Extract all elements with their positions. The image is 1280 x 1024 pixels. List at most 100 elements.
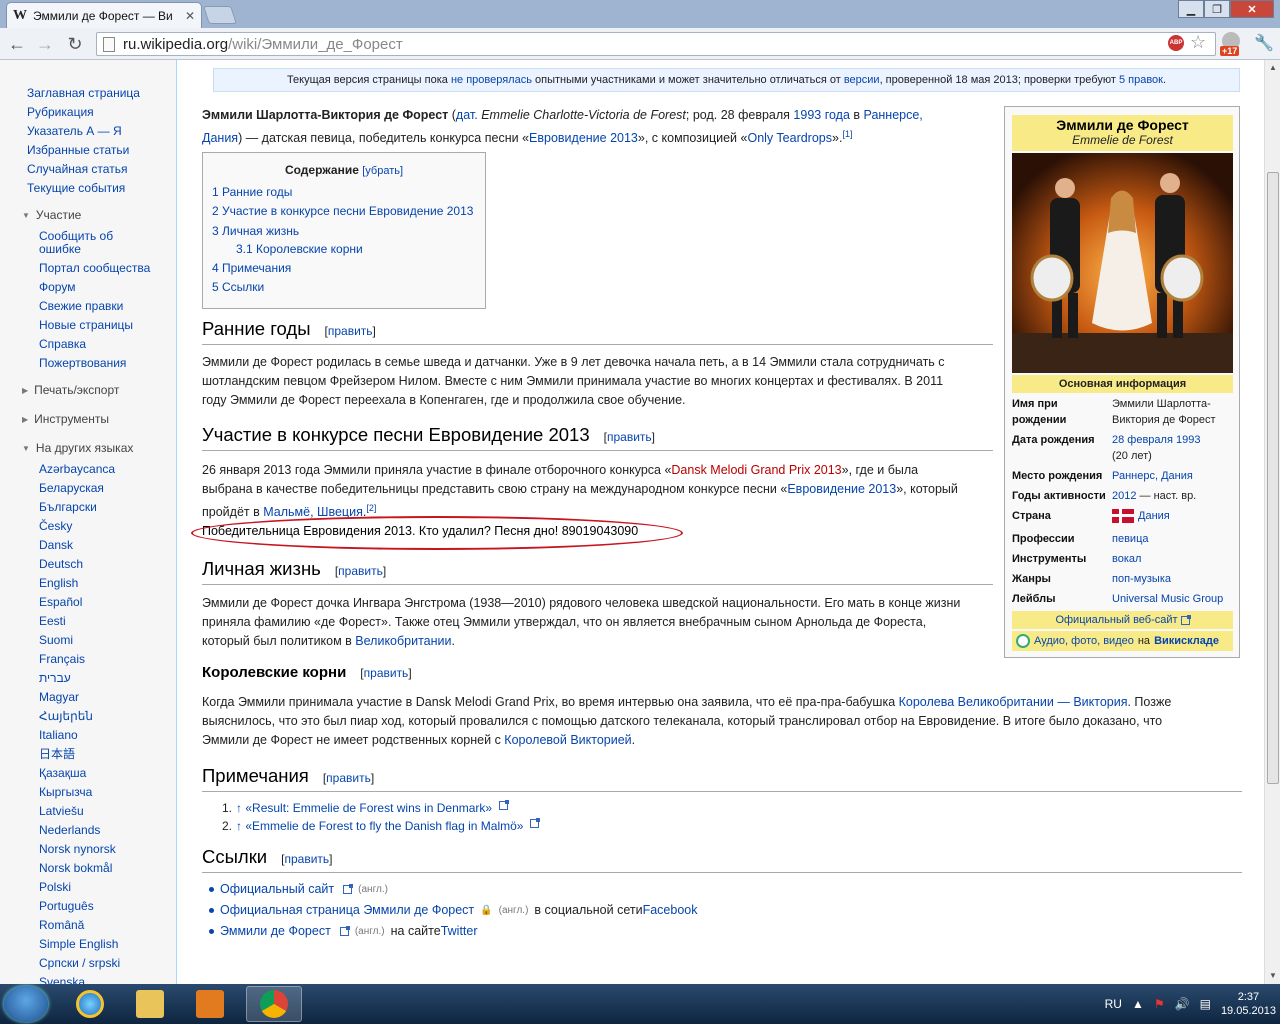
toc-item[interactable]: 2 Участие в конкурсе песни Евровидение 2… xyxy=(212,204,473,218)
sidebar-section-languages[interactable]: ▼ На других языках xyxy=(22,441,133,455)
lang-link[interactable]: дат. xyxy=(456,108,478,122)
edit-link[interactable]: править xyxy=(364,666,409,680)
sidebar-language-link[interactable]: Norsk bokmål xyxy=(39,861,112,876)
edit-link[interactable]: править xyxy=(326,771,371,785)
toc-item[interactable]: 5 Ссылки xyxy=(212,280,264,294)
sidebar-link-portal[interactable]: Портал сообщества xyxy=(39,261,150,276)
toc-item[interactable]: 4 Примечания xyxy=(212,261,291,275)
sidebar-link-featured[interactable]: Избранные статьи xyxy=(27,143,129,158)
volume-icon[interactable]: 🔊 xyxy=(1175,997,1190,1011)
extension-button[interactable]: +17 xyxy=(1218,32,1244,56)
sidebar-language-link[interactable]: Български xyxy=(39,500,97,515)
reload-icon[interactable]: ↻ xyxy=(64,33,86,55)
sidebar-language-link[interactable]: Simple English xyxy=(39,937,118,952)
place-link[interactable]: Раннерсе, xyxy=(864,108,923,122)
new-tab-button[interactable] xyxy=(203,6,237,24)
notice-link-unreviewed[interactable]: не проверялась xyxy=(451,74,532,86)
minimize-button[interactable]: ▁ xyxy=(1178,0,1204,18)
taskbar-chrome-button[interactable] xyxy=(246,986,302,1022)
network-icon[interactable]: ▤ xyxy=(1200,997,1211,1011)
edit-link[interactable]: править xyxy=(328,324,373,338)
sidebar-link-forum[interactable]: Форум xyxy=(39,280,75,295)
sidebar-language-link[interactable]: Italiano xyxy=(39,728,78,743)
sidebar-language-link[interactable]: Polski xyxy=(39,880,71,895)
adblock-icon[interactable]: ABP xyxy=(1168,35,1184,51)
label-link[interactable]: Universal Music Group xyxy=(1112,593,1223,605)
sidebar-language-link[interactable]: Deutsch xyxy=(39,557,83,572)
country-link[interactable]: Дания xyxy=(202,131,238,145)
sidebar-section-print[interactable]: ▶ Печать/экспорт xyxy=(22,383,119,397)
artist-photo[interactable] xyxy=(1012,153,1233,373)
commons-media-link[interactable]: Аудио, фото, видео xyxy=(1034,631,1134,651)
close-window-button[interactable]: ✕ xyxy=(1230,0,1274,18)
queen-victoria-link[interactable]: Королева Великобритании — Виктория xyxy=(899,695,1128,709)
sidebar-link-recent[interactable]: Свежие правки xyxy=(39,299,123,314)
sidebar-language-link[interactable]: 日本語 xyxy=(39,747,75,762)
country-link[interactable]: Дания xyxy=(1138,510,1170,522)
song-link[interactable]: Only Teardrops xyxy=(747,131,832,145)
taskbar-explorer-button[interactable] xyxy=(122,986,178,1022)
sidebar-language-link[interactable]: Magyar xyxy=(39,690,79,705)
official-website-link[interactable]: Официальный веб-сайт xyxy=(1055,614,1177,626)
language-indicator[interactable]: RU xyxy=(1105,997,1122,1011)
sidebar-link-current[interactable]: Текущие события xyxy=(27,181,125,196)
sidebar-language-link[interactable]: Српски / srpski xyxy=(39,956,120,971)
sidebar-language-link[interactable]: Česky xyxy=(39,519,72,534)
sidebar-link-report-2[interactable]: ошибке xyxy=(39,242,81,257)
year-link[interactable]: 1993 года xyxy=(793,108,850,122)
notice-link-version[interactable]: версии xyxy=(844,74,880,86)
sidebar-language-link[interactable]: Latviešu xyxy=(39,804,84,819)
sidebar-language-link[interactable]: Eesti xyxy=(39,614,66,629)
sidebar-section-tools[interactable]: ▶ Инструменты xyxy=(22,412,109,426)
sidebar-link-main[interactable]: Заглавная страница xyxy=(27,86,140,101)
facebook-page-link[interactable]: Официальная страница Эммили де Форест xyxy=(220,903,474,917)
edit-link[interactable]: править xyxy=(607,430,652,444)
official-site-link[interactable]: Официальный сайт xyxy=(220,882,334,896)
start-button[interactable] xyxy=(4,986,48,1022)
tab-active[interactable]: W Эммили де Форест — Ви ✕ xyxy=(6,2,202,28)
maximize-button[interactable]: ❐ xyxy=(1204,0,1230,18)
sidebar-language-link[interactable]: English xyxy=(39,576,78,591)
ref-link-1[interactable]: [1] xyxy=(842,129,852,139)
vertical-scrollbar[interactable]: ▲ ▼ xyxy=(1264,60,1280,984)
sidebar-language-link[interactable]: Nederlands xyxy=(39,823,100,838)
bookmark-star-icon[interactable]: ☆ xyxy=(1190,32,1206,53)
taskbar-media-button[interactable] xyxy=(182,986,238,1022)
back-arrow-icon[interactable]: ← xyxy=(6,33,28,55)
sidebar-language-link[interactable]: Norsk nynorsk xyxy=(39,842,116,857)
facebook-link[interactable]: Facebook xyxy=(643,903,698,917)
profession-link[interactable]: певица xyxy=(1112,533,1148,545)
toc-hide-link[interactable]: [убрать] xyxy=(362,165,403,177)
dmgp-link[interactable]: Dansk Melodi Grand Prix 2013 xyxy=(671,463,841,477)
twitter-link[interactable]: Twitter xyxy=(441,924,478,938)
sidebar-link-help[interactable]: Справка xyxy=(39,337,86,352)
twitter-page-link[interactable]: Эммили де Форест xyxy=(220,924,331,938)
sidebar-language-link[interactable]: Беларуская xyxy=(39,481,104,496)
scrollbar-thumb[interactable] xyxy=(1267,172,1279,784)
forward-arrow-icon[interactable]: → xyxy=(34,33,56,55)
toc-item[interactable]: 3.1 Королевские корни xyxy=(236,242,363,256)
instrument-link[interactable]: вокал xyxy=(1112,553,1141,565)
edit-link[interactable]: править xyxy=(338,564,383,578)
eurovision-link[interactable]: Евровидение 2013 xyxy=(529,131,638,145)
scroll-down-arrow-icon[interactable]: ▼ xyxy=(1265,968,1280,984)
reference-link[interactable]: ↑ «Emmelie de Forest to fly the Danish f… xyxy=(236,819,523,833)
sidebar-link-random[interactable]: Случайная статья xyxy=(27,162,127,177)
sidebar-language-link[interactable]: עברית xyxy=(39,671,71,686)
victoria-link[interactable]: Королевой Викторией xyxy=(504,733,631,747)
sidebar-language-link[interactable]: Dansk xyxy=(39,538,73,553)
sidebar-link-donate[interactable]: Пожертвования xyxy=(39,356,126,371)
genre-link[interactable]: поп-музыка xyxy=(1112,573,1171,585)
action-center-icon[interactable]: ⚑ xyxy=(1154,997,1165,1011)
sidebar-language-link[interactable]: Кыргызча xyxy=(39,785,92,800)
eurovision-link[interactable]: Евровидение 2013 xyxy=(787,482,896,496)
edit-link[interactable]: править xyxy=(284,852,329,866)
toc-item[interactable]: 1 Ранние годы xyxy=(212,185,292,199)
tray-expand-icon[interactable]: ▲ xyxy=(1132,997,1144,1011)
reference-link[interactable]: ↑ «Result: Emmelie de Forest wins in Den… xyxy=(236,801,492,815)
sidebar-link-index[interactable]: Указатель А — Я xyxy=(27,124,122,139)
sidebar-language-link[interactable]: Română xyxy=(39,918,84,933)
commons-link[interactable]: Викискладе xyxy=(1154,631,1219,651)
uk-link[interactable]: Великобритании xyxy=(355,634,451,648)
sidebar-language-link[interactable]: Français xyxy=(39,652,85,667)
